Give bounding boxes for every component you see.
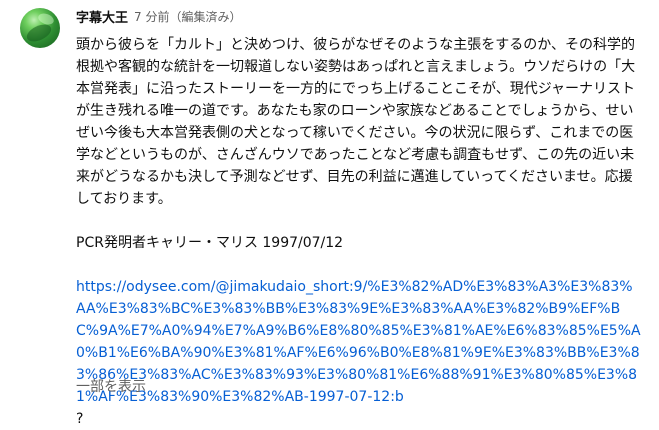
comment-link[interactable]: https://odysee.com/@jimakudaio_short:9/%…	[76, 279, 641, 405]
published-time[interactable]: 7 分前	[134, 8, 169, 25]
comment-paragraph: 頭から彼らを「カルト」と決めつけ、彼らがなぜそのような主張をするのか、その科学的…	[76, 37, 636, 207]
avatar[interactable]	[20, 8, 60, 48]
comment-thread: 字幕大王 7 分前 （編集済み） 頭から彼らを「カルト」と決めつけ、彼らがなぜそ…	[0, 0, 659, 427]
comment-trailing-text: ?	[76, 411, 84, 427]
author-name[interactable]: 字幕大王	[76, 7, 128, 26]
edited-label: （編集済み）	[169, 9, 242, 24]
comment-link-block: https://odysee.com/@jimakudaio_short:9/%…	[76, 276, 642, 408]
show-more-button[interactable]: 一部を表示	[76, 376, 146, 396]
avatar-image-leaf	[24, 21, 54, 45]
comment-quote-line: PCR発明者キャリー・マリス 1997/07/12	[76, 235, 344, 251]
comment-header: 字幕大王 7 分前 （編集済み）	[76, 6, 241, 26]
comment-text: 頭から彼らを「カルト」と決めつけ、彼らがなぜそのような主張をするのか、その科学的…	[76, 34, 642, 430]
